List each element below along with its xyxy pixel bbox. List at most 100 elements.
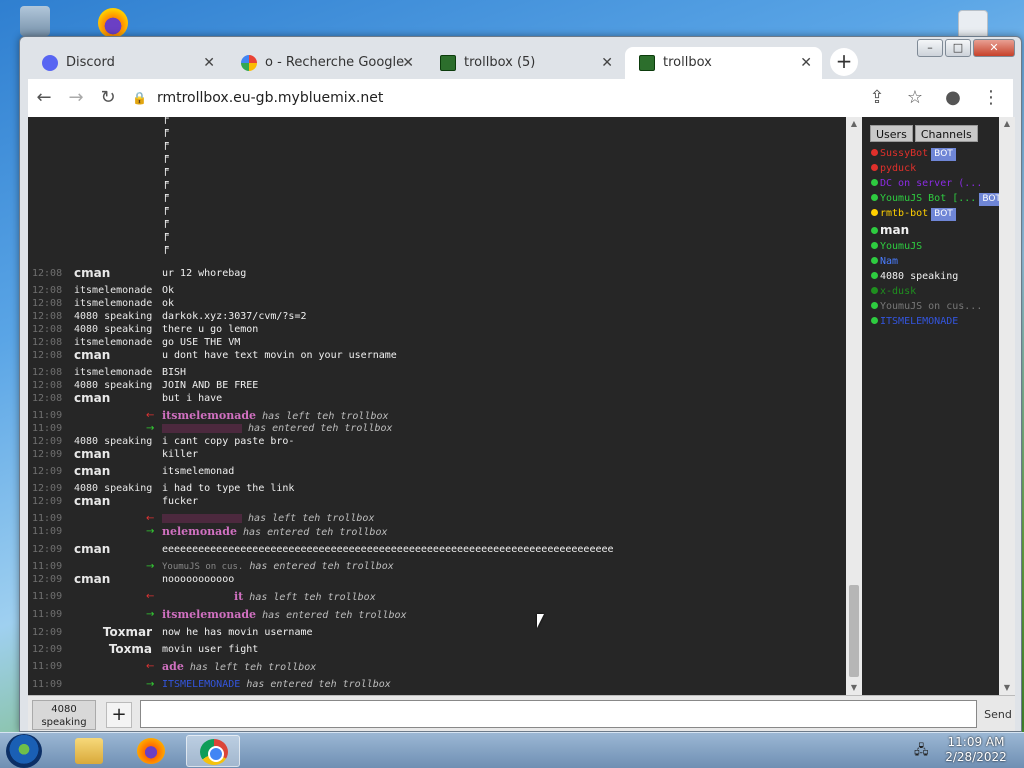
address-bar[interactable]: 🔒 rmtrollbox.eu-gb.mybluemix.net xyxy=(132,83,861,113)
user-list-item[interactable]: SussyBot BOT xyxy=(871,146,999,161)
nickname[interactable]: cman xyxy=(74,543,160,556)
nickname[interactable]: Toxmar xyxy=(68,626,152,639)
network-icon[interactable]: 🖧 xyxy=(914,741,930,758)
nickname[interactable]: cman xyxy=(74,267,160,280)
bookmark-star-icon[interactable]: ☆ xyxy=(899,82,931,114)
add-button[interactable]: + xyxy=(106,702,132,728)
taskbar-explorer[interactable] xyxy=(62,735,116,767)
timestamp: 11:09 xyxy=(32,423,63,434)
nickname[interactable]: 4080 speaking xyxy=(74,379,160,392)
nickname[interactable]: cman xyxy=(74,392,160,405)
close-tab-icon[interactable]: ✕ xyxy=(402,47,414,79)
clock[interactable]: 11:09 AM 2/28/2022 xyxy=(938,735,1014,765)
tab-trollbox-5[interactable]: trollbox (5) ✕ xyxy=(426,47,623,79)
event-text: has left teh trollbox xyxy=(249,592,376,603)
new-tab-button[interactable]: + xyxy=(830,48,858,76)
chat-message-row: 12:09 Toxma movin user fight xyxy=(28,643,846,656)
nickname[interactable]: 4080 speaking xyxy=(74,323,160,336)
nickname[interactable]: cman xyxy=(74,349,160,362)
event-user[interactable]: itsmelemonade xyxy=(162,409,256,422)
user-list-item[interactable]: 4080 speaking xyxy=(871,269,999,284)
recycle-bin-icon[interactable] xyxy=(20,6,50,36)
users-scrollbar[interactable]: ▲ ▼ xyxy=(999,117,1015,695)
tab-channels[interactable]: Channels xyxy=(914,125,978,142)
nickname[interactable]: cman xyxy=(74,495,160,508)
scroll-up-icon[interactable]: ▲ xyxy=(999,117,1015,131)
tab-label: o - Recherche Google xyxy=(265,55,405,70)
user-list-item[interactable]: x-dusk xyxy=(871,284,999,299)
scroll-down-icon[interactable]: ▼ xyxy=(999,681,1015,695)
chat-message-row: 12:09 cman itsmelemonad xyxy=(28,465,846,478)
user-list-item[interactable]: YoumuJS on cus... xyxy=(871,299,999,314)
nickname[interactable]: 4080 speaking xyxy=(74,310,160,323)
tab-users[interactable]: Users xyxy=(870,125,913,142)
chat-message-row: 12:09 cman fucker xyxy=(28,495,846,508)
event-user[interactable]: itsmelemonade xyxy=(162,608,256,621)
taskbar: 🖧 11:09 AM 2/28/2022 xyxy=(0,732,1024,768)
nickname-box[interactable]: 4080 speaking xyxy=(32,700,96,730)
nickname[interactable]: itsmelemonade xyxy=(74,366,160,379)
user-list-item[interactable]: YoumuJS Bot [... BOT xyxy=(871,191,999,206)
nickname[interactable]: cman xyxy=(74,465,160,478)
close-tab-icon[interactable]: ✕ xyxy=(800,47,812,79)
user-list-item[interactable]: YoumuJS xyxy=(871,239,999,254)
message-input[interactable] xyxy=(140,700,977,728)
firefox-desktop-icon[interactable] xyxy=(98,8,128,38)
nickname[interactable]: cman xyxy=(74,448,160,461)
browser-toolbar: ← → ↻ 🔒 rmtrollbox.eu-gb.mybluemix.net ⇪… xyxy=(28,79,1013,117)
minimize-button[interactable]: – xyxy=(917,39,943,57)
event-user[interactable]: YoumuJS on cus. xyxy=(162,562,243,572)
bot-badge: BOT xyxy=(931,208,956,221)
send-button[interactable]: Send xyxy=(982,702,1014,728)
event-body: has entered teh trollbox xyxy=(162,422,393,435)
close-tab-icon[interactable]: ✕ xyxy=(203,47,215,79)
event-body: ITSMELEMONADE has entered teh trollbox xyxy=(162,678,391,691)
close-window-button[interactable]: ✕ xyxy=(973,39,1015,57)
left-arrow-icon: ← xyxy=(146,410,155,421)
forward-icon[interactable]: → xyxy=(60,82,92,114)
scroll-up-icon[interactable]: ▲ xyxy=(846,117,862,131)
tab-trollbox[interactable]: trollbox ✕ xyxy=(625,47,822,79)
menu-kebab-icon[interactable]: ⋮ xyxy=(975,82,1007,114)
maximize-button[interactable]: □ xyxy=(945,39,971,57)
timestamp: 12:08 xyxy=(32,367,63,378)
event-text: has left teh trollbox xyxy=(262,411,389,422)
taskbar-chrome[interactable] xyxy=(186,735,240,767)
chat-glyph: ╒ xyxy=(162,202,169,215)
scroll-down-icon[interactable]: ▼ xyxy=(846,681,862,695)
nickname[interactable]: 4080 speaking xyxy=(74,482,160,495)
reload-icon[interactable]: ↻ xyxy=(92,82,124,114)
tab-discord[interactable]: Discord ✕ xyxy=(28,47,225,79)
user-list-item[interactable]: pyduck xyxy=(871,161,999,176)
lock-icon[interactable]: 🔒 xyxy=(132,91,147,105)
user-list-item[interactable]: DC on server (... xyxy=(871,176,999,191)
event-user[interactable]: ade xyxy=(162,660,184,673)
timestamp: 12:09 xyxy=(32,544,63,555)
event-user[interactable] xyxy=(162,423,242,433)
user-list-item[interactable]: rmtb-bot BOT xyxy=(871,206,999,221)
nickname[interactable]: cman xyxy=(74,573,160,586)
taskbar-firefox[interactable] xyxy=(124,735,178,767)
user-list-item[interactable]: ITSMELEMONADE xyxy=(871,314,999,329)
profile-icon[interactable]: ● xyxy=(937,82,969,114)
nickname[interactable]: itsmelemonade xyxy=(74,284,160,297)
tab-google[interactable]: o - Recherche Google ✕ xyxy=(227,47,424,79)
back-icon[interactable]: ← xyxy=(28,82,60,114)
share-icon[interactable]: ⇪ xyxy=(861,82,893,114)
event-user[interactable]: nelemonade xyxy=(162,525,237,538)
user-list-item[interactable]: Nam xyxy=(871,254,999,269)
scroll-thumb[interactable] xyxy=(849,585,859,677)
event-user[interactable] xyxy=(162,513,242,523)
start-button[interactable] xyxy=(6,734,42,768)
nickname[interactable]: 4080 speaking xyxy=(74,435,160,448)
nickname[interactable]: Toxma xyxy=(68,643,152,656)
nickname[interactable]: itsmelemonade xyxy=(74,336,160,349)
user-list-item[interactable]: man xyxy=(871,221,999,239)
event-user[interactable]: ITSMELEMONADE xyxy=(162,679,240,690)
event-user[interactable]: it xyxy=(162,590,243,603)
message-text: there u go lemon xyxy=(162,324,259,335)
timestamp: 12:08 xyxy=(32,285,63,296)
chat-scrollbar[interactable]: ▲ ▼ xyxy=(846,117,862,695)
nickname[interactable]: itsmelemonade xyxy=(74,297,160,310)
close-tab-icon[interactable]: ✕ xyxy=(601,47,613,79)
